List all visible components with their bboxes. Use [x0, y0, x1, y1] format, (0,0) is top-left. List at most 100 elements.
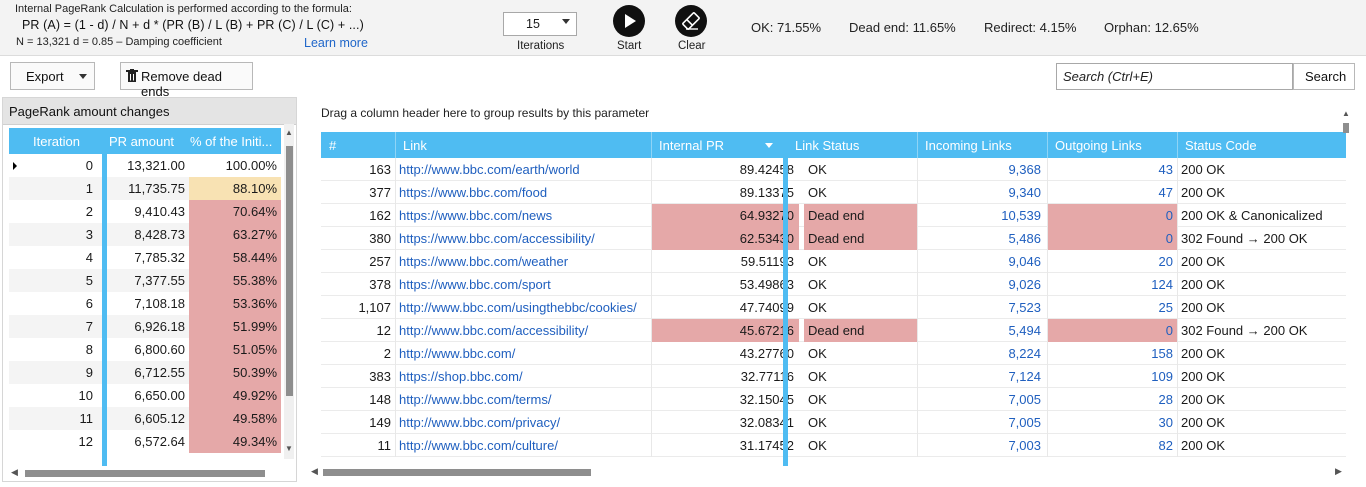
horizontal-scrollbar[interactable]: ◀: [11, 467, 291, 477]
column-header-percent-initial[interactable]: % of the Initi...: [190, 134, 272, 149]
scroll-right-icon[interactable]: ▶: [1335, 466, 1342, 477]
table-row[interactable]: 12 http://www.bbc.com/accessibility/45.67…: [321, 319, 1346, 342]
incoming-links-cell[interactable]: 5,494: [917, 323, 1041, 338]
table-row[interactable]: 148 http://www.bbc.com/terms/32.15045 OK 7,…: [321, 388, 1346, 411]
outgoing-links-cell[interactable]: 30: [1047, 415, 1173, 430]
scroll-left-icon[interactable]: ◀: [11, 467, 18, 478]
iterations-select[interactable]: 15: [503, 12, 577, 36]
table-row[interactable]: 3 8,428.73 63.27%: [9, 223, 281, 246]
outgoing-links-cell[interactable]: 28: [1047, 392, 1173, 407]
scroll-up-icon[interactable]: ▲: [1342, 109, 1350, 118]
table-row[interactable]: 162 https://www.bbc.com/news 64.93270 Dead …: [321, 204, 1346, 227]
scroll-up-icon[interactable]: ▲: [285, 128, 293, 137]
incoming-links-cell[interactable]: 7,005: [917, 392, 1041, 407]
outgoing-links-cell[interactable]: 158: [1047, 346, 1173, 361]
start-button[interactable]: [613, 5, 645, 37]
search-input[interactable]: Search (Ctrl+E): [1056, 63, 1293, 90]
vertical-scrollbar[interactable]: ▲ ▼: [284, 124, 294, 459]
column-header-internal-pr[interactable]: Internal PR: [659, 138, 724, 153]
sort-descending-icon[interactable]: [765, 143, 773, 148]
table-row[interactable]: 7 6,926.18 51.99%: [9, 315, 281, 338]
outgoing-links-cell[interactable]: 124: [1047, 277, 1173, 292]
outgoing-links-cell[interactable]: 0: [1047, 323, 1173, 338]
incoming-links-cell[interactable]: 7,005: [917, 415, 1041, 430]
column-header-iteration[interactable]: Iteration: [33, 134, 80, 149]
scroll-thumb[interactable]: [1343, 123, 1349, 133]
outgoing-links-cell[interactable]: 0: [1047, 208, 1173, 223]
incoming-links-cell[interactable]: 9,026: [917, 277, 1041, 292]
outgoing-links-cell[interactable]: 0: [1047, 231, 1173, 246]
outgoing-links-cell[interactable]: 20: [1047, 254, 1173, 269]
learn-more-link[interactable]: Learn more: [304, 36, 368, 50]
table-row[interactable]: 2 http://www.bbc.com/43.27760 OK 8,224 158 20…: [321, 342, 1346, 365]
table-row[interactable]: 4 7,785.32 58.44%: [9, 246, 281, 269]
table-row[interactable]: 12 6,572.64 49.34%: [9, 430, 281, 453]
incoming-links-cell[interactable]: 10,539: [917, 208, 1041, 223]
table-row[interactable]: 1,107 http://www.bbc.com/usingthebbc/cook…: [321, 296, 1346, 319]
table-row[interactable]: 378 https://www.bbc.com/sport 53.49863 OK 9,…: [321, 273, 1346, 296]
incoming-links-cell[interactable]: 8,224: [917, 346, 1041, 361]
table-row[interactable]: 1 11,735.75 88.10%: [9, 177, 281, 200]
outgoing-links-cell[interactable]: 43: [1047, 162, 1173, 177]
column-header-outgoing-links[interactable]: Outgoing Links: [1055, 138, 1142, 153]
table-row[interactable]: 8 6,800.60 51.05%: [9, 338, 281, 361]
table-row[interactable]: 10 6,650.00 49.92%: [9, 384, 281, 407]
vertical-scrollbar[interactable]: ▲: [1341, 109, 1351, 467]
scroll-left-icon[interactable]: ◀: [311, 466, 318, 477]
column-header-pr-amount[interactable]: PR amount: [109, 134, 174, 149]
table-row[interactable]: 6 7,108.18 53.36%: [9, 292, 281, 315]
group-by-hint[interactable]: Drag a column header here to group resul…: [321, 106, 649, 120]
incoming-links-cell[interactable]: 9,340: [917, 185, 1041, 200]
link-cell[interactable]: http://www.bbc.com/culture/: [399, 438, 558, 453]
clear-button[interactable]: [675, 5, 707, 37]
table-row[interactable]: 5 7,377.55 55.38%: [9, 269, 281, 292]
table-row[interactable]: 163 http://www.bbc.com/earth/world 89.4245…: [321, 158, 1346, 181]
table-row[interactable]: 2 9,410.43 70.64%: [9, 200, 281, 223]
link-cell[interactable]: https://www.bbc.com/news: [399, 208, 552, 223]
scroll-thumb[interactable]: [323, 469, 591, 476]
incoming-links-cell[interactable]: 5,486: [917, 231, 1041, 246]
incoming-links-cell[interactable]: 9,368: [917, 162, 1041, 177]
table-row[interactable]: 9 6,712.55 50.39%: [9, 361, 281, 384]
outgoing-links-cell[interactable]: 47: [1047, 185, 1173, 200]
export-button[interactable]: Export: [10, 62, 95, 90]
link-cell[interactable]: https://www.bbc.com/accessibility/: [399, 231, 595, 246]
outgoing-links-cell[interactable]: 82: [1047, 438, 1173, 453]
link-cell[interactable]: https://www.bbc.com/food: [399, 185, 547, 200]
link-cell[interactable]: https://www.bbc.com/sport: [399, 277, 551, 292]
column-header-number[interactable]: #: [329, 138, 336, 153]
remove-dead-ends-button[interactable]: Remove dead ends: [120, 62, 253, 99]
scroll-down-icon[interactable]: ▼: [285, 444, 293, 453]
table-row[interactable]: 383 https://shop.bbc.com/32.77116 OK 7,124 1…: [321, 365, 1346, 388]
table-row[interactable]: 11 http://www.bbc.com/culture/31.17452 OK 7…: [321, 434, 1346, 457]
link-cell[interactable]: http://www.bbc.com/terms/: [399, 392, 551, 407]
table-row[interactable]: 11 6,605.12 49.58%: [9, 407, 281, 430]
incoming-links-cell[interactable]: 9,046: [917, 254, 1041, 269]
link-cell[interactable]: http://www.bbc.com/: [399, 346, 515, 361]
search-button[interactable]: Search: [1293, 63, 1355, 90]
table-row[interactable]: 380 https://www.bbc.com/accessibility/62.…: [321, 227, 1346, 250]
scroll-thumb[interactable]: [25, 470, 265, 477]
incoming-links-cell[interactable]: 7,124: [917, 369, 1041, 384]
link-cell[interactable]: http://www.bbc.com/usingthebbc/cookies/: [399, 300, 637, 315]
column-header-link[interactable]: Link: [403, 138, 427, 153]
table-row[interactable]: 0 13,321.00 100.00%: [9, 154, 281, 177]
link-cell[interactable]: http://www.bbc.com/accessibility/: [399, 323, 588, 338]
link-cell[interactable]: http://www.bbc.com/privacy/: [399, 415, 560, 430]
column-header-status-code[interactable]: Status Code: [1185, 138, 1257, 153]
horizontal-scrollbar[interactable]: ◀ ▶: [309, 466, 1349, 478]
link-cell[interactable]: http://www.bbc.com/earth/world: [399, 162, 580, 177]
incoming-links-cell[interactable]: 7,523: [917, 300, 1041, 315]
link-cell[interactable]: https://www.bbc.com/weather: [399, 254, 568, 269]
incoming-links-cell[interactable]: 7,003: [917, 438, 1041, 453]
scroll-thumb[interactable]: [286, 146, 293, 396]
outgoing-links-cell[interactable]: 25: [1047, 300, 1173, 315]
table-row[interactable]: 257 https://www.bbc.com/weather 59.51193 OK…: [321, 250, 1346, 273]
table-row[interactable]: 377 https://www.bbc.com/food 89.13375 OK 9,3…: [321, 181, 1346, 204]
column-header-incoming-links[interactable]: Incoming Links: [925, 138, 1012, 153]
table-row[interactable]: 149 http://www.bbc.com/privacy/32.08341 OK…: [321, 411, 1346, 434]
link-cell[interactable]: https://shop.bbc.com/: [399, 369, 523, 384]
status-code-cell: 200 OK: [1181, 415, 1226, 430]
column-header-link-status[interactable]: Link Status: [795, 138, 859, 153]
outgoing-links-cell[interactable]: 109: [1047, 369, 1173, 384]
